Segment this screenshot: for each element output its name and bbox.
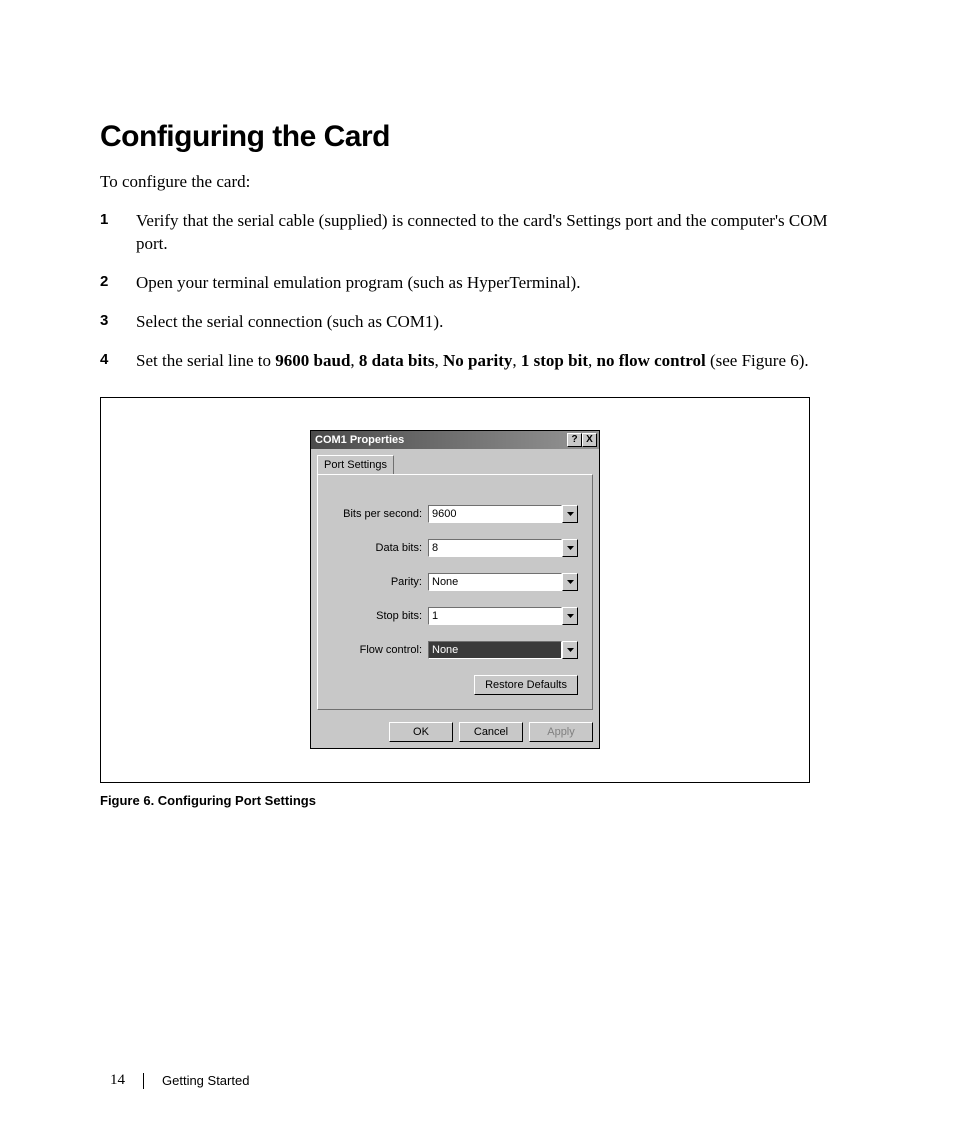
chevron-down-icon[interactable] <box>562 641 578 659</box>
field-label: Bits per second: <box>332 508 428 520</box>
bits-per-second-select[interactable]: 9600 <box>428 505 578 523</box>
field-label: Data bits: <box>332 542 428 554</box>
dialog-title: COM1 Properties <box>315 434 567 446</box>
combo-value: 8 <box>428 539 562 557</box>
combo-value: None <box>428 573 562 591</box>
step-bold: 8 data bits <box>359 351 435 370</box>
field-label: Parity: <box>332 576 428 588</box>
restore-defaults-button[interactable]: Restore Defaults <box>474 675 578 695</box>
step-item: Select the serial connection (such as CO… <box>100 311 854 334</box>
combo-value: 1 <box>428 607 562 625</box>
combo-value: 9600 <box>428 505 562 523</box>
figure-frame: COM1 Properties ? X Port Settings Bits p… <box>100 397 810 783</box>
step-bold: 1 stop bit <box>521 351 588 370</box>
flow-control-select[interactable]: None <box>428 641 578 659</box>
page-number: 14 <box>110 1072 125 1089</box>
section-name: Getting Started <box>162 1073 249 1088</box>
parity-select[interactable]: None <box>428 573 578 591</box>
close-button[interactable]: X <box>582 433 597 447</box>
ok-button[interactable]: OK <box>389 722 453 742</box>
field-row-data-bits: Data bits: 8 <box>332 539 578 557</box>
step-bold: 9600 baud <box>275 351 350 370</box>
com1-properties-dialog: COM1 Properties ? X Port Settings Bits p… <box>310 430 600 749</box>
data-bits-select[interactable]: 8 <box>428 539 578 557</box>
tab-panel: Bits per second: 9600 Data bits: 8 Parit… <box>317 474 593 710</box>
step-item: Set the serial line to 9600 baud, 8 data… <box>100 350 854 373</box>
combo-value: None <box>428 641 562 659</box>
field-label: Stop bits: <box>332 610 428 622</box>
chevron-down-icon[interactable] <box>562 573 578 591</box>
footer-divider <box>143 1073 144 1089</box>
step-bold: No parity <box>443 351 512 370</box>
step-item: Verify that the serial cable (supplied) … <box>100 210 854 256</box>
field-row-parity: Parity: None <box>332 573 578 591</box>
page-footer: 14 Getting Started <box>110 1072 249 1089</box>
step-text: (see Figure 6). <box>706 351 809 370</box>
step-item: Open your terminal emulation program (su… <box>100 272 854 295</box>
figure-caption: Figure 6. Configuring Port Settings <box>100 793 854 808</box>
help-button[interactable]: ? <box>567 433 582 447</box>
field-row-flow-control: Flow control: None <box>332 641 578 659</box>
chevron-down-icon[interactable] <box>562 607 578 625</box>
section-heading: Configuring the Card <box>100 120 854 154</box>
dialog-titlebar[interactable]: COM1 Properties ? X <box>311 431 599 449</box>
apply-button[interactable]: Apply <box>529 722 593 742</box>
step-text: , <box>512 351 521 370</box>
stop-bits-select[interactable]: 1 <box>428 607 578 625</box>
field-label: Flow control: <box>332 644 428 656</box>
chevron-down-icon[interactable] <box>562 505 578 523</box>
step-text: Set the serial line to <box>136 351 275 370</box>
step-list: Verify that the serial cable (supplied) … <box>100 210 854 373</box>
step-text: , <box>350 351 359 370</box>
step-bold: no flow control <box>596 351 705 370</box>
cancel-button[interactable]: Cancel <box>459 722 523 742</box>
step-text: , <box>434 351 443 370</box>
chevron-down-icon[interactable] <box>562 539 578 557</box>
field-row-stop-bits: Stop bits: 1 <box>332 607 578 625</box>
tab-port-settings[interactable]: Port Settings <box>317 455 394 474</box>
intro-text: To configure the card: <box>100 172 854 192</box>
field-row-bits-per-second: Bits per second: 9600 <box>332 505 578 523</box>
